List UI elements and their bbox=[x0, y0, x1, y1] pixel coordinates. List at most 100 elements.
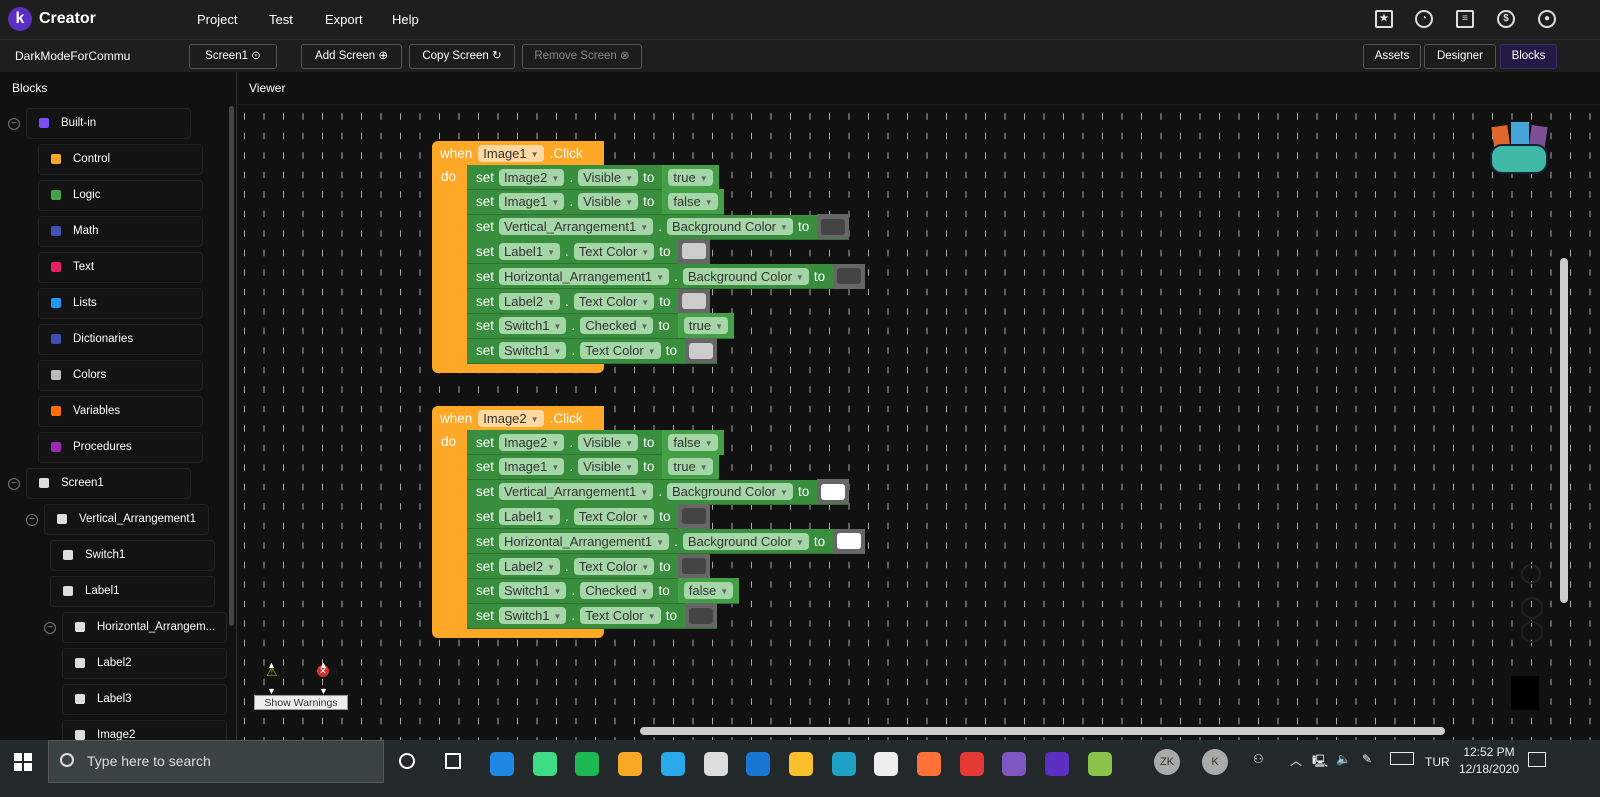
set-property-block[interactable]: set Switch1 ▼. Checked ▼ to true ▼ bbox=[467, 313, 735, 339]
sidebar-item-label2[interactable]: Label2 bbox=[62, 648, 227, 679]
color-swatch[interactable] bbox=[682, 243, 707, 260]
component-dropdown[interactable]: Label1 ▼ bbox=[499, 242, 560, 260]
sidebar-item-horizontal-arrangem-[interactable]: Horizontal_Arrangem... bbox=[62, 612, 227, 643]
boolean-dropdown[interactable]: false ▼ bbox=[668, 433, 718, 451]
event-header[interactable]: when Image1 ▼ .Click bbox=[432, 141, 604, 165]
sidebar-item-switch1[interactable]: Switch1 bbox=[50, 540, 215, 571]
cortana-icon[interactable] bbox=[399, 753, 415, 769]
kodular-icon[interactable] bbox=[1045, 752, 1070, 776]
color-block[interactable] bbox=[678, 238, 711, 264]
remove-screen-button[interactable]: Remove Screen ⊗ bbox=[522, 44, 642, 69]
component-dropdown[interactable]: Image2 ▼ bbox=[499, 168, 565, 186]
avatar-k[interactable]: K bbox=[1202, 749, 1228, 775]
set-property-block[interactable]: set Horizontal_Arrangement1 ▼. Background C… bbox=[467, 263, 866, 290]
color-swatch[interactable] bbox=[837, 533, 862, 550]
color-block[interactable] bbox=[678, 288, 711, 314]
sidebar-item-screen1[interactable]: Screen1 bbox=[26, 468, 191, 499]
sidebar-item-variables[interactable]: Variables bbox=[38, 396, 203, 427]
menu-help[interactable]: Help bbox=[392, 12, 419, 27]
set-property-block[interactable]: set Switch1 ▼. Text Color ▼ to bbox=[467, 603, 717, 629]
palette-icon[interactable]: ◔ bbox=[1415, 10, 1433, 28]
set-property-block[interactable]: set Label1 ▼. Text Color ▼ to bbox=[467, 238, 711, 265]
sidebar-item-math[interactable]: Math bbox=[38, 216, 203, 247]
chrome-icon[interactable] bbox=[788, 752, 813, 776]
chevron-up-icon[interactable]: ︿ bbox=[1290, 752, 1302, 769]
component-dropdown[interactable]: Label1 ▼ bbox=[499, 507, 560, 525]
sidebar-item-procedures[interactable]: Procedures bbox=[38, 432, 203, 463]
sidebar-scrollbar[interactable] bbox=[229, 106, 234, 626]
menu-export[interactable]: Export bbox=[325, 12, 363, 27]
property-dropdown[interactable]: Checked ▼ bbox=[580, 582, 654, 600]
boolean-dropdown[interactable]: false ▼ bbox=[683, 582, 734, 600]
folder-star-icon[interactable]: ★ bbox=[1375, 10, 1393, 28]
component-dropdown[interactable]: Image2 ▼ bbox=[499, 433, 565, 451]
backpack-icon[interactable] bbox=[1490, 122, 1550, 177]
color-swatch[interactable] bbox=[682, 293, 707, 309]
property-dropdown[interactable]: Checked ▼ bbox=[580, 317, 654, 335]
property-dropdown[interactable]: Background Color ▼ bbox=[682, 532, 809, 550]
component-dropdown[interactable]: Horizontal_Arrangement1 ▼ bbox=[499, 267, 670, 285]
avatar-zk[interactable]: ZK bbox=[1154, 749, 1180, 775]
sidebar-item-label3[interactable]: Label3 bbox=[62, 684, 227, 715]
bluestacks-icon[interactable] bbox=[1087, 752, 1112, 776]
network-icon[interactable]: 🖳 bbox=[1312, 752, 1328, 773]
screen-select[interactable]: Screen1 ⊙ bbox=[189, 44, 277, 69]
boolean-dropdown[interactable]: true ▼ bbox=[668, 458, 713, 476]
sidebar-item-dictionaries[interactable]: Dictionaries bbox=[38, 324, 203, 355]
boolean-block[interactable]: false ▼ bbox=[662, 429, 724, 455]
zoom-out-icon[interactable] bbox=[1521, 621, 1543, 643]
menu-project[interactable]: Project bbox=[197, 12, 237, 27]
property-dropdown[interactable]: Visible ▼ bbox=[578, 433, 639, 451]
color-block[interactable] bbox=[833, 528, 866, 554]
sidebar-item-colors[interactable]: Colors bbox=[38, 360, 203, 391]
language-indicator[interactable]: TUR bbox=[1425, 755, 1450, 769]
property-dropdown[interactable]: Text Color ▼ bbox=[573, 557, 655, 575]
boolean-block[interactable]: false ▼ bbox=[662, 189, 724, 215]
sidebar-item-vertical-arrangement1[interactable]: Vertical_Arrangement1 bbox=[44, 504, 209, 535]
yandex-icon[interactable] bbox=[874, 752, 899, 776]
set-property-block[interactable]: set Image1 ▼. Visible ▼ to false ▼ bbox=[467, 189, 724, 215]
sidebar-item-built-in[interactable]: Built-in bbox=[26, 108, 191, 139]
boolean-block[interactable]: true ▼ bbox=[677, 313, 735, 339]
windows-start-icon[interactable] bbox=[14, 753, 32, 771]
trash-icon[interactable] bbox=[1511, 676, 1539, 710]
event-header[interactable]: when Image2 ▼ .Click bbox=[432, 406, 604, 430]
color-block[interactable] bbox=[678, 553, 711, 579]
boolean-block[interactable]: true ▼ bbox=[662, 164, 719, 190]
collapse-toggle-icon[interactable]: − bbox=[26, 514, 38, 526]
color-block[interactable] bbox=[817, 214, 850, 240]
mail-icon[interactable] bbox=[746, 752, 771, 776]
boolean-block[interactable]: false ▼ bbox=[677, 578, 740, 604]
property-dropdown[interactable]: Background Color ▼ bbox=[682, 267, 809, 285]
account-icon[interactable]: ● bbox=[1538, 10, 1556, 28]
color-swatch[interactable] bbox=[688, 607, 713, 624]
component-dropdown[interactable]: Horizontal_Arrangement1 ▼ bbox=[499, 532, 670, 550]
color-block[interactable] bbox=[817, 479, 850, 505]
pen-icon[interactable]: ✎ bbox=[1362, 752, 1372, 766]
component-dropdown[interactable]: Image1 ▼ bbox=[478, 144, 544, 162]
copy-screen-button[interactable]: Copy Screen ↻ bbox=[409, 44, 515, 69]
store-icon[interactable] bbox=[703, 752, 728, 776]
component-dropdown[interactable]: Image2 ▼ bbox=[478, 409, 544, 427]
sidebar-item-lists[interactable]: Lists bbox=[38, 288, 203, 319]
component-dropdown[interactable]: Label2 ▼ bbox=[499, 557, 560, 575]
set-property-block[interactable]: set Vertical_Arrangement1 ▼. Background Col… bbox=[467, 214, 850, 240]
property-dropdown[interactable]: Text Color ▼ bbox=[580, 342, 661, 360]
sidebar-item-control[interactable]: Control bbox=[38, 144, 203, 175]
dollar-icon[interactable]: $ bbox=[1497, 10, 1515, 28]
edge-icon[interactable] bbox=[831, 752, 856, 776]
property-dropdown[interactable]: Visible ▼ bbox=[578, 168, 639, 186]
color-block[interactable] bbox=[684, 338, 717, 364]
app-green-icon[interactable] bbox=[532, 752, 557, 776]
collapse-toggle-icon[interactable]: − bbox=[8, 118, 20, 130]
color-swatch[interactable] bbox=[682, 508, 707, 525]
set-property-block[interactable]: set Label2 ▼. Text Color ▼ to bbox=[467, 288, 711, 314]
collapse-toggle-icon[interactable]: − bbox=[44, 622, 56, 634]
menu-test[interactable]: Test bbox=[269, 12, 293, 27]
color-swatch[interactable] bbox=[837, 268, 862, 285]
sidebar-item-image2[interactable]: Image2 bbox=[62, 720, 227, 740]
color-swatch[interactable] bbox=[821, 483, 846, 500]
color-swatch[interactable] bbox=[682, 558, 707, 574]
component-dropdown[interactable]: Switch1 ▼ bbox=[499, 317, 567, 335]
property-dropdown[interactable]: Visible ▼ bbox=[578, 458, 639, 476]
